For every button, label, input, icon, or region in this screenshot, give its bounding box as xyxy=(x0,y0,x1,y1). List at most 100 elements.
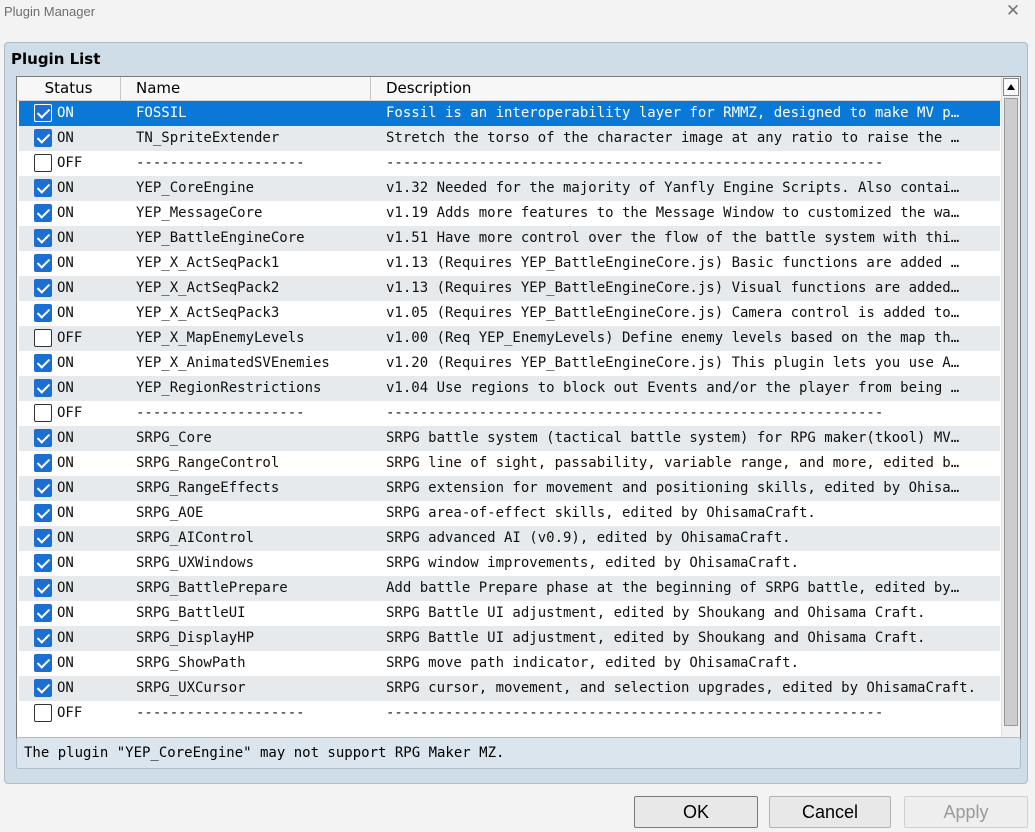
status-label: ON xyxy=(57,280,74,296)
status-label: ON xyxy=(57,130,74,146)
status-checkbox[interactable] xyxy=(34,129,52,147)
table-row[interactable]: ON YEP_CoreEngine v1.32 Needed for the maj… xyxy=(19,176,1000,201)
table-row[interactable]: OFF YEP_X_MapEnemyLevels v1.00 (Req YEP_En… xyxy=(19,326,1000,351)
status-checkbox[interactable] xyxy=(34,329,52,347)
status-checkbox[interactable] xyxy=(34,354,52,372)
status-label: ON xyxy=(57,680,74,696)
table-row[interactable]: ON SRPG_DisplayHP SRPG Battle UI adjustmen… xyxy=(19,626,1000,651)
status-checkbox[interactable] xyxy=(34,454,52,472)
status-checkbox[interactable] xyxy=(34,379,52,397)
plugin-description: v1.13 (Requires YEP_BattleEngineCore.js)… xyxy=(386,255,960,271)
plugin-description: SRPG extension for movement and position… xyxy=(386,480,960,496)
plugin-name: SRPG_UXCursor xyxy=(136,680,246,696)
plugin-name: FOSSIL xyxy=(136,105,187,121)
status-checkbox[interactable] xyxy=(34,204,52,222)
table-row[interactable]: ON YEP_RegionRestrictions v1.04 Use region… xyxy=(19,376,1000,401)
table-row[interactable]: ON SRPG_AIControl SRPG advanced AI (v0.9),… xyxy=(19,526,1000,551)
title-bar: Plugin Manager ✕ xyxy=(0,0,1035,26)
table-row[interactable]: ON YEP_X_ActSeqPack1 v1.13 (Requires YEP_B… xyxy=(19,251,1000,276)
status-checkbox[interactable] xyxy=(34,229,52,247)
plugin-description: SRPG area-of-effect skills, edited by Oh… xyxy=(386,505,816,521)
cancel-button[interactable]: Cancel xyxy=(769,796,891,828)
table-row[interactable]: ON SRPG_UXCursor SRPG cursor, movement, an… xyxy=(19,676,1000,701)
table-row[interactable]: ON TN_SpriteExtender Stretch the torso of … xyxy=(19,126,1000,151)
apply-button[interactable]: Apply xyxy=(904,796,1028,828)
plugin-description: SRPG battle system (tactical battle syst… xyxy=(386,430,960,446)
plugin-name: SRPG_AOE xyxy=(136,505,204,521)
table-row[interactable]: ON YEP_MessageCore v1.19 Adds more feature… xyxy=(19,201,1000,226)
plugin-table: Status Name Description ON FOSSIL Fossil i… xyxy=(16,76,1021,766)
plugin-name: SRPG_Core xyxy=(136,430,212,446)
table-row[interactable]: ON YEP_X_ActSeqPack3 v1.05 (Requires YEP_B… xyxy=(19,301,1000,326)
status-checkbox[interactable] xyxy=(34,629,52,647)
status-checkbox[interactable] xyxy=(34,579,52,597)
table-row[interactable]: ON SRPG_ShowPath SRPG move path indicator,… xyxy=(19,651,1000,676)
status-label: OFF xyxy=(57,330,83,346)
table-row[interactable]: ON SRPG_BattlePrepare Add battle Prepare p… xyxy=(19,576,1000,601)
column-header-status[interactable]: Status xyxy=(17,77,121,100)
status-checkbox[interactable] xyxy=(34,554,52,572)
table-row[interactable]: ON SRPG_RangeControl SRPG line of sight, p… xyxy=(19,451,1000,476)
table-row[interactable]: ON YEP_BattleEngineCore v1.51 Have more co… xyxy=(19,226,1000,251)
status-checkbox[interactable] xyxy=(34,679,52,697)
status-checkbox[interactable] xyxy=(34,704,52,722)
ok-button[interactable]: OK xyxy=(634,796,758,828)
plugin-name: YEP_RegionRestrictions xyxy=(136,380,322,396)
status-label: ON xyxy=(57,455,74,471)
window-title: Plugin Manager xyxy=(4,4,96,19)
panel-title: Plugin List xyxy=(11,50,101,68)
status-checkbox[interactable] xyxy=(34,254,52,272)
status-checkbox[interactable] xyxy=(34,279,52,297)
plugin-name: SRPG_UXWindows xyxy=(136,555,255,571)
status-label: ON xyxy=(57,555,74,571)
status-checkbox[interactable] xyxy=(34,429,52,447)
scroll-up-icon[interactable] xyxy=(1003,78,1019,96)
scroll-thumb[interactable] xyxy=(1004,98,1018,726)
status-checkbox[interactable] xyxy=(34,504,52,522)
table-row[interactable]: OFF -------------------- -----------------… xyxy=(19,401,1000,426)
status-checkbox[interactable] xyxy=(34,604,52,622)
table-body: ON FOSSIL Fossil is an interoperability la… xyxy=(19,101,1000,726)
table-row[interactable]: ON YEP_X_AnimatedSVEnemies v1.20 (Requires… xyxy=(19,351,1000,376)
plugin-name: YEP_MessageCore xyxy=(136,205,263,221)
plugin-description: v1.19 Adds more features to the Message … xyxy=(386,205,960,221)
column-header-description[interactable]: Description xyxy=(371,77,1002,100)
plugin-description: SRPG line of sight, passability, variabl… xyxy=(386,455,960,471)
table-row[interactable]: ON SRPG_RangeEffects SRPG extension for mo… xyxy=(19,476,1000,501)
table-header: Status Name Description xyxy=(17,77,1002,101)
status-checkbox[interactable] xyxy=(34,404,52,422)
status-checkbox[interactable] xyxy=(34,529,52,547)
status-checkbox[interactable] xyxy=(34,154,52,172)
table-row[interactable]: OFF -------------------- -----------------… xyxy=(19,151,1000,176)
plugin-description: ----------------------------------------… xyxy=(386,155,884,171)
status-label: OFF xyxy=(57,705,83,721)
plugin-name: SRPG_RangeEffects xyxy=(136,480,280,496)
status-checkbox[interactable] xyxy=(34,479,52,497)
table-row[interactable]: ON SRPG_Core SRPG battle system (tactical … xyxy=(19,426,1000,451)
status-label: ON xyxy=(57,505,74,521)
plugin-name: SRPG_BattlePrepare xyxy=(136,580,288,596)
table-row[interactable]: ON SRPG_UXWindows SRPG window improvements… xyxy=(19,551,1000,576)
plugin-description: ----------------------------------------… xyxy=(386,405,884,421)
status-checkbox[interactable] xyxy=(34,654,52,672)
plugin-name: SRPG_AIControl xyxy=(136,530,255,546)
status-message: The plugin "YEP_CoreEngine" may not supp… xyxy=(24,745,505,761)
plugin-description: v1.20 (Requires YEP_BattleEngineCore.js)… xyxy=(386,355,960,371)
table-row[interactable]: ON SRPG_AOE SRPG area-of-effect skills, ed… xyxy=(19,501,1000,526)
plugin-description: v1.00 (Req YEP_EnemyLevels) Define enemy… xyxy=(386,330,960,346)
status-label: ON xyxy=(57,380,74,396)
table-row[interactable]: ON YEP_X_ActSeqPack2 v1.13 (Requires YEP_B… xyxy=(19,276,1000,301)
status-checkbox[interactable] xyxy=(34,304,52,322)
status-checkbox[interactable] xyxy=(34,179,52,197)
status-checkbox[interactable] xyxy=(34,104,52,122)
plugin-name: SRPG_ShowPath xyxy=(136,655,246,671)
vertical-scrollbar[interactable] xyxy=(1001,77,1020,765)
plugin-description: SRPG Battle UI adjustment, edited by Sho… xyxy=(386,630,926,646)
table-row[interactable]: OFF -------------------- -----------------… xyxy=(19,701,1000,726)
table-row[interactable]: ON FOSSIL Fossil is an interoperability la… xyxy=(19,101,1000,126)
close-icon[interactable]: ✕ xyxy=(1001,0,1025,24)
table-row[interactable]: ON SRPG_BattleUI SRPG Battle UI adjustment… xyxy=(19,601,1000,626)
plugin-description: ----------------------------------------… xyxy=(386,705,884,721)
status-label: ON xyxy=(57,355,74,371)
column-header-name[interactable]: Name xyxy=(121,77,371,100)
